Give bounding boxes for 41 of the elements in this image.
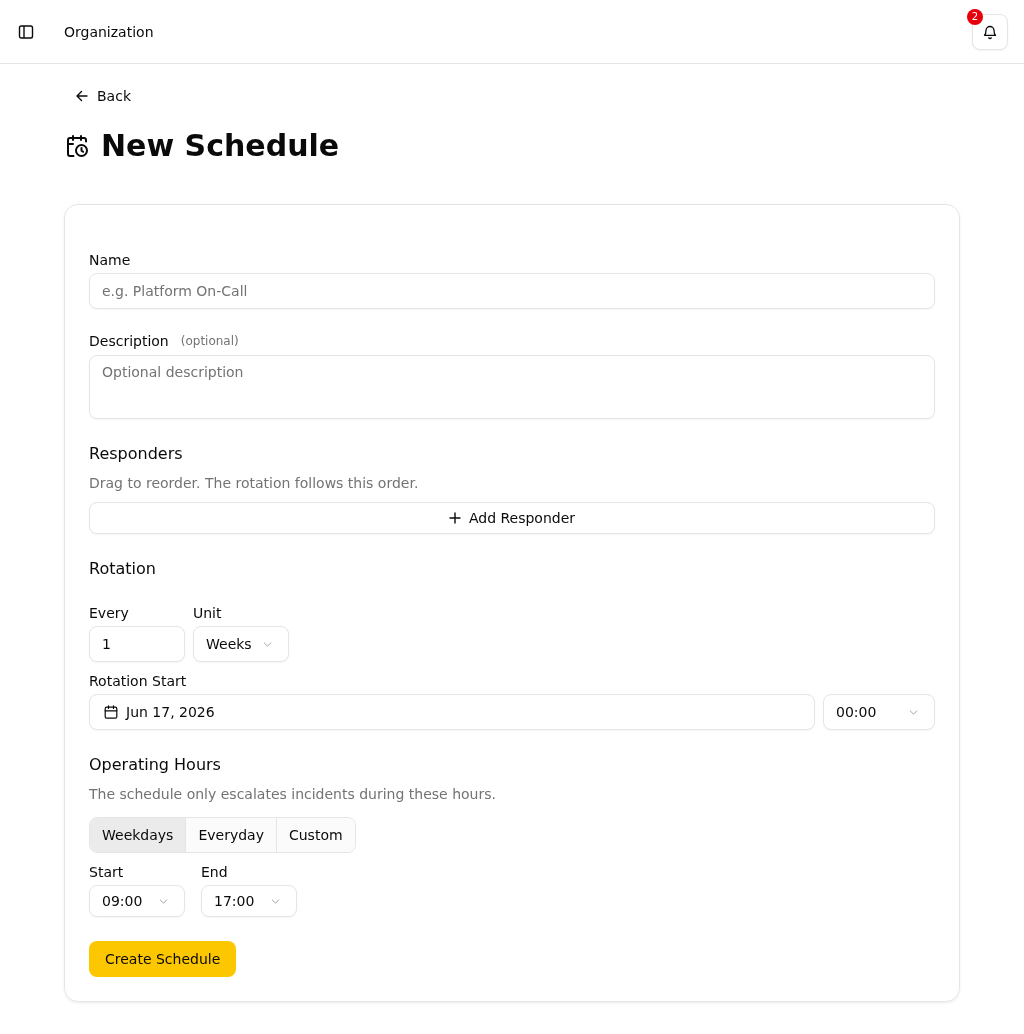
unit-select[interactable]: Weeks — [193, 626, 289, 662]
responders-heading: Responders — [89, 443, 183, 465]
start-time-select[interactable]: 09:00 — [89, 885, 185, 917]
optional-hint: (optional) — [180, 333, 239, 350]
calendar-icon — [104, 705, 118, 719]
end-time-select[interactable]: 17:00 — [201, 885, 297, 917]
rotation-heading: Rotation — [89, 558, 156, 580]
arrow-left-icon — [75, 89, 89, 103]
description-label: Description — [89, 332, 169, 351]
description-textarea[interactable]: Optional description — [89, 355, 935, 419]
name-input[interactable]: e.g. Platform On-Call — [89, 273, 935, 309]
chevron-down-icon — [271, 898, 280, 904]
page-title: New Schedule — [101, 128, 340, 164]
chevron-down-icon — [263, 641, 272, 647]
hours-mode-tab[interactable]: Weekdays — [90, 818, 186, 852]
add-responder-button[interactable]: Add Responder — [89, 502, 935, 534]
unit-label: Unit — [193, 604, 222, 623]
every-input[interactable]: 1 — [89, 626, 185, 662]
end-label: End — [201, 863, 228, 882]
notification-count-badge: 2 — [967, 8, 983, 25]
start-label: Start — [89, 863, 124, 882]
bell-icon — [982, 23, 998, 40]
every-label: Every — [89, 604, 129, 623]
name-label: Name — [89, 251, 131, 270]
back-link[interactable]: Back — [64, 80, 141, 112]
calendar-clock-icon — [65, 134, 89, 158]
chevron-down-icon — [159, 898, 168, 904]
create-schedule-button[interactable]: Create Schedule — [89, 941, 237, 977]
operating-hours-subtitle: The schedule only escalates incidents during these hours. — [89, 785, 496, 804]
date-picker-field[interactable]: Jun 17, 2026 — [89, 694, 815, 730]
hours-mode-tab[interactable]: Everyday — [185, 818, 276, 852]
responders-subtitle: Drag to reorder. The rotation follows this order. — [89, 474, 419, 493]
chevron-down-icon — [909, 709, 918, 715]
notifications-button[interactable] — [972, 13, 1008, 50]
operating-hours-heading: Operating Hours — [89, 754, 221, 776]
hours-mode-tab[interactable]: Custom — [275, 818, 355, 852]
plus-icon — [448, 512, 461, 524]
rotation-start-label: Rotation Start — [89, 672, 187, 691]
organization-title: Organization — [64, 23, 154, 40]
sidebar-icon — [18, 23, 34, 40]
time-select[interactable]: 00:00 — [823, 694, 935, 730]
